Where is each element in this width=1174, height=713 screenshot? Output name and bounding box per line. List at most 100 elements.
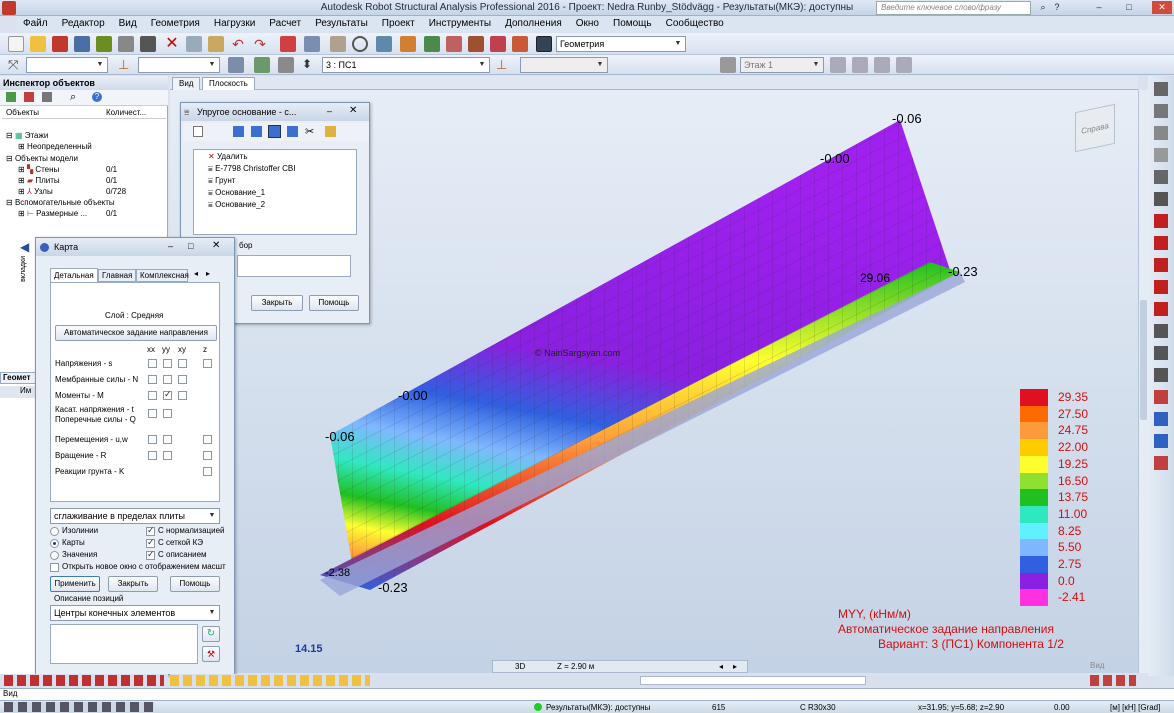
normalization-checkbox[interactable] — [146, 525, 155, 536]
ruler-icon[interactable] — [1154, 82, 1168, 96]
values-radio[interactable] — [50, 551, 59, 560]
membrane-yy-checkbox[interactable] — [163, 375, 172, 384]
name-column-header[interactable]: Им — [0, 386, 38, 398]
membrane-xy-checkbox[interactable] — [178, 375, 187, 384]
tab-scroll-right-icon[interactable]: ▸ — [206, 269, 210, 278]
menu-edit[interactable]: Редактор — [55, 16, 112, 32]
menu-view[interactable]: Вид — [112, 16, 144, 32]
tab-main[interactable]: Главная — [98, 269, 136, 282]
stress-xx-checkbox[interactable] — [148, 359, 157, 368]
vertical-scrollbar[interactable] — [1138, 90, 1148, 673]
new-file-icon[interactable] — [8, 36, 24, 52]
minimize-button[interactable]: – — [327, 106, 332, 116]
select-icon[interactable] — [24, 92, 34, 102]
help-button[interactable]: Помощь — [170, 576, 220, 592]
print-icon[interactable] — [74, 36, 90, 52]
display-options-icons[interactable] — [170, 675, 370, 686]
search-icon[interactable]: ⌕ — [1036, 1, 1050, 14]
close-button[interactable]: ✕ — [349, 105, 357, 116]
list-item[interactable]: ⩸ Основание_2 — [208, 200, 265, 210]
menu-tools[interactable]: Инструменты — [422, 16, 498, 32]
close-dialog-button[interactable]: Закрыть — [251, 295, 303, 311]
menu-geometry[interactable]: Геометрия — [144, 16, 207, 32]
cut-icon[interactable]: ✂ — [305, 125, 314, 138]
list-item[interactable]: ✕ Удалить — [208, 152, 247, 161]
undo-icon[interactable]: ↶ — [230, 36, 246, 52]
horizontal-scrollbar[interactable] — [640, 676, 866, 685]
status-units[interactable]: [м] [кН] [Grad] — [1110, 703, 1160, 712]
command-line[interactable]: Вид — [0, 688, 1174, 700]
paste-icon[interactable] — [208, 36, 224, 52]
lock-icon[interactable] — [330, 36, 346, 52]
offsets-icon[interactable] — [1154, 302, 1168, 316]
analysis-icon[interactable] — [468, 36, 484, 52]
component-select[interactable]: ▼ — [520, 57, 608, 73]
layout-select[interactable]: Геометрия ▼ — [556, 36, 686, 52]
structure-icon[interactable] — [400, 36, 416, 52]
view-cube[interactable]: Справа — [1075, 103, 1115, 153]
result-options-icons[interactable] — [1090, 675, 1136, 686]
tab-detailed[interactable]: Детальная — [50, 268, 98, 282]
tab-scroll-left-icon[interactable]: ◂ — [194, 269, 198, 278]
panel-icon[interactable] — [1154, 192, 1168, 206]
layout-icon[interactable] — [536, 36, 552, 52]
selection-icon[interactable]: ⤧ — [8, 57, 24, 73]
isolines-radio[interactable] — [50, 527, 59, 536]
positions-text-area[interactable] — [50, 624, 198, 664]
calc-icon[interactable] — [1154, 412, 1168, 426]
menu-community[interactable]: Сообщество — [659, 16, 731, 32]
supports-icon[interactable] — [1154, 258, 1168, 272]
redo-icon[interactable]: ↷ — [252, 36, 268, 52]
options-icon[interactable] — [42, 92, 52, 102]
open-folder-icon[interactable] — [30, 36, 46, 52]
loads-icon[interactable] — [446, 36, 462, 52]
table-view-icon[interactable] — [268, 125, 281, 138]
tab-complex[interactable]: Комплексная — [136, 269, 189, 282]
tree-item-undefined[interactable]: ⊞ Неопределенный — [18, 141, 92, 152]
filter-icon[interactable] — [6, 92, 16, 102]
truss-icon[interactable] — [1154, 368, 1168, 382]
tab-plane[interactable]: Плоскость — [202, 77, 255, 90]
sections-icon[interactable] — [1154, 170, 1168, 184]
rotation-z-checkbox[interactable] — [203, 451, 212, 460]
floor-delete-icon[interactable] — [896, 57, 912, 73]
level-up-icon[interactable]: ▸ — [733, 662, 737, 671]
tree-item-floors[interactable]: ⊟ ▦ Этажи — [6, 130, 48, 141]
side-tab-label[interactable]: вкладки — [20, 256, 27, 282]
objects-column-header[interactable]: Объекты — [6, 108, 39, 117]
delete-icon[interactable]: ✕ — [164, 36, 180, 52]
stress-yy-checkbox[interactable] — [163, 359, 172, 368]
tree-item-dimensions[interactable]: ⊞ ⊢ Размерные ... 0/1 — [18, 208, 117, 219]
level-down-icon[interactable]: ◂ — [719, 662, 723, 671]
case-icon[interactable] — [278, 57, 294, 73]
bars-icon[interactable] — [1154, 126, 1168, 140]
membrane-xx-checkbox[interactable] — [148, 375, 157, 384]
supports-icon[interactable] — [424, 36, 440, 52]
folder-icon[interactable] — [325, 126, 336, 137]
display-icon[interactable] — [254, 57, 270, 73]
search-icon[interactable]: ⌕ — [70, 91, 76, 104]
save-icon[interactable] — [52, 36, 68, 52]
maximize-button[interactable]: □ — [188, 241, 193, 251]
menu-analysis[interactable]: Расчет — [262, 16, 308, 32]
list-icon[interactable] — [233, 126, 244, 137]
view-mode-3d[interactable]: 3D — [515, 662, 525, 671]
menu-addons[interactable]: Дополнения — [498, 16, 569, 32]
tab-geometry[interactable]: Геомет — [0, 372, 38, 384]
displacement-z-checkbox[interactable] — [203, 435, 212, 444]
export-icon[interactable] — [1154, 456, 1168, 470]
tools-icon[interactable]: ⚒ — [202, 646, 220, 662]
beam-icon[interactable] — [1154, 214, 1168, 228]
list-item[interactable]: ⩸ Грунт — [208, 176, 235, 186]
positions-select[interactable]: Центры конечных элементов ▼ — [50, 605, 220, 621]
arrow-left-icon[interactable]: ◀ — [20, 240, 29, 254]
bar-selection-input[interactable]: ▼ — [138, 57, 220, 73]
mesh-checkbox[interactable] — [146, 537, 155, 548]
filter-icon[interactable] — [228, 57, 244, 73]
refresh-icon[interactable]: ↻ — [202, 626, 220, 642]
menu-file[interactable]: Файл — [16, 16, 55, 32]
maximize-button[interactable]: □ — [1122, 1, 1136, 14]
node-selection-input[interactable]: ▼ — [26, 57, 108, 73]
tree-item-model-objects[interactable]: ⊟ Объекты модели — [6, 153, 78, 164]
releases-icon[interactable] — [1154, 280, 1168, 294]
